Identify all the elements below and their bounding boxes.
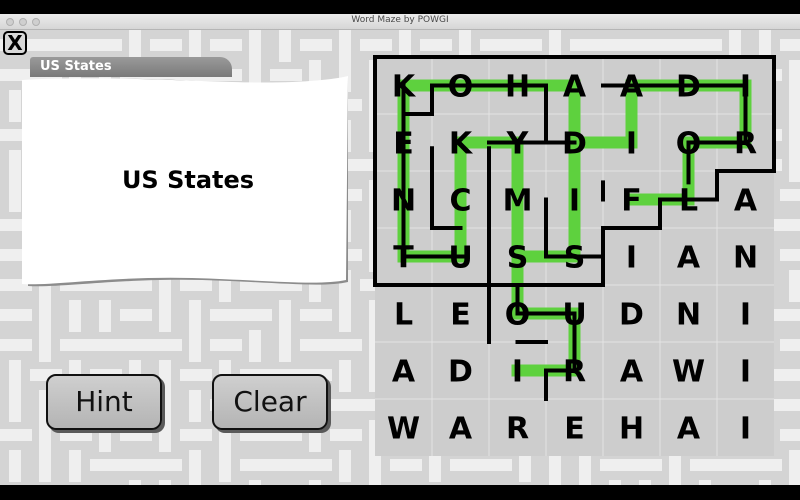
letter-cell-r1-c5[interactable]: O xyxy=(676,127,702,162)
letter-cell-r3-c0[interactable]: T xyxy=(393,241,414,276)
letter-cell-r4-c1[interactable]: E xyxy=(450,298,471,333)
letter-cell-r6-c1[interactable]: A xyxy=(449,412,473,447)
letter-cell-r4-c4[interactable]: D xyxy=(619,298,644,333)
letter-cell-r5-c4[interactable]: A xyxy=(620,355,644,390)
letter-cell-r1-c6[interactable]: R xyxy=(734,127,757,162)
letter-cell-r2-c2[interactable]: M xyxy=(503,184,533,219)
letter-cell-r6-c4[interactable]: H xyxy=(619,412,644,447)
letter-cell-r5-c3[interactable]: R xyxy=(563,355,586,390)
letter-cell-r5-c1[interactable]: D xyxy=(448,355,473,390)
window-title: Word Maze by POWGI xyxy=(351,15,449,25)
close-game-button[interactable]: X xyxy=(3,31,27,55)
letter-cell-r0-c4[interactable]: A xyxy=(620,70,644,105)
hint-button[interactable]: Hint xyxy=(46,374,162,430)
letter-cell-r0-c3[interactable]: A xyxy=(563,70,587,105)
letter-cell-r5-c2[interactable]: I xyxy=(512,355,523,390)
letter-cell-r3-c5[interactable]: A xyxy=(677,241,701,276)
word-maze-board[interactable]: K O H A A D IE K Y D I O RN C M I F L AT U S S I A NL E O U D N IA D I R A… xyxy=(373,54,777,468)
letter-cell-r4-c0[interactable]: L xyxy=(394,298,413,333)
letter-cell-r1-c4[interactable]: I xyxy=(626,127,637,162)
letter-cell-r0-c6[interactable]: I xyxy=(740,70,751,105)
letter-cell-r6-c3[interactable]: E xyxy=(564,412,585,447)
letter-cell-r1-c1[interactable]: K xyxy=(449,127,474,162)
letter-cell-r4-c6[interactable]: I xyxy=(740,298,751,333)
letter-cell-r3-c1[interactable]: U xyxy=(448,241,472,276)
letter-cell-r2-c5[interactable]: L xyxy=(679,184,698,219)
letter-cell-r6-c2[interactable]: R xyxy=(506,412,529,447)
letter-cell-r0-c2[interactable]: H xyxy=(505,70,530,105)
letter-cell-r5-c0[interactable]: A xyxy=(392,355,416,390)
letter-cell-r4-c2[interactable]: O xyxy=(505,298,531,333)
category-title: US States xyxy=(121,166,255,194)
title-bar: Word Maze by POWGI xyxy=(0,14,800,30)
category-tab-label: US States xyxy=(40,59,112,74)
letter-cell-r5-c5[interactable]: W xyxy=(672,355,705,390)
letter-cell-r4-c5[interactable]: N xyxy=(676,298,701,333)
clear-button[interactable]: Clear xyxy=(212,374,328,430)
letter-cell-r2-c3[interactable]: I xyxy=(569,184,580,219)
letter-cell-r0-c5[interactable]: D xyxy=(676,70,701,105)
letter-cell-r2-c1[interactable]: C xyxy=(449,184,471,219)
letter-cell-r2-c0[interactable]: N xyxy=(391,184,416,219)
letter-cell-r3-c4[interactable]: I xyxy=(626,241,637,276)
letter-cell-r0-c0[interactable]: K xyxy=(392,70,417,105)
letter-cell-r6-c5[interactable]: A xyxy=(677,412,701,447)
app-window: Word Maze by POWGI X US States US States… xyxy=(0,14,800,485)
letter-cell-r4-c3[interactable]: U xyxy=(562,298,586,333)
category-tab: US States xyxy=(30,57,232,77)
letter-cell-r6-c0[interactable]: W xyxy=(387,412,420,447)
letter-cell-r0-c1[interactable]: O xyxy=(448,70,474,105)
letter-cell-r3-c6[interactable]: N xyxy=(733,241,758,276)
letter-cell-r5-c6[interactable]: I xyxy=(740,355,751,390)
letter-cell-r6-c6[interactable]: I xyxy=(740,412,751,447)
letter-cell-r3-c2[interactable]: S xyxy=(507,241,529,276)
letter-cell-r3-c3[interactable]: S xyxy=(564,241,586,276)
letter-cell-r1-c0[interactable]: E xyxy=(393,127,414,162)
letter-cell-r2-c4[interactable]: F xyxy=(621,184,642,219)
letter-cell-r1-c2[interactable]: Y xyxy=(506,127,530,162)
letter-cell-r1-c3[interactable]: D xyxy=(562,127,587,162)
letter-cell-r2-c6[interactable]: A xyxy=(734,184,758,219)
